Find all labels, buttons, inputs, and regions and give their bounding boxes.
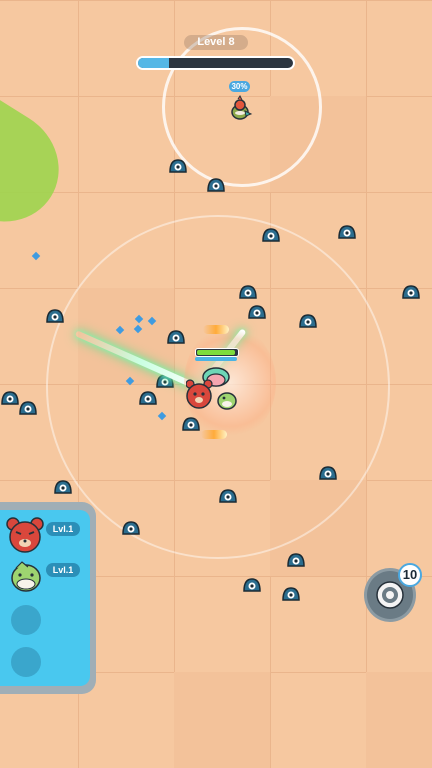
slime-enemy-icon: [287, 553, 305, 567]
empty-hero-slot[interactable]: [11, 605, 41, 635]
slime-enemy-icon: [19, 401, 37, 415]
empty-hero-slot[interactable]: [11, 647, 41, 677]
slime-enemy-icon: [338, 225, 356, 239]
slime-enemy-icon: [282, 587, 300, 601]
slime-enemy-icon: [167, 330, 185, 344]
red-bear-hero-icon[interactable]: [4, 514, 46, 554]
party-panel: Lvl.1 Lvl.1: [0, 510, 90, 686]
fireball-projectile: [203, 325, 229, 334]
target-ring-icon: [376, 581, 404, 609]
slime-enemy-icon: [207, 178, 225, 192]
player-shield-bar: [195, 357, 237, 361]
slime-enemy-icon: [262, 228, 280, 242]
player-health-bar: [195, 348, 239, 357]
green-slime-splash: [0, 86, 81, 244]
fireball-projectile: [201, 430, 227, 439]
slime-enemy-icon: [54, 480, 72, 494]
slime-enemy-icon: [1, 391, 19, 405]
slime-enemy-icon: [248, 305, 266, 319]
xp-progress-bar: [136, 56, 295, 70]
target-percent-badge: 30%: [229, 81, 250, 92]
green-bird-hero-icon[interactable]: [6, 558, 46, 598]
slime-enemy-icon: [219, 489, 237, 503]
ground-tile: [174, 672, 270, 768]
slime-enemy-icon: [402, 285, 420, 299]
level-label: Level 8: [184, 35, 248, 50]
duck-boss-icon: [231, 95, 253, 120]
ability-count-badge: 10: [398, 563, 422, 587]
slime-enemy-icon: [243, 578, 261, 592]
slime-enemy-icon: [319, 466, 337, 480]
hero-level-tag: Lvl.1: [46, 563, 80, 577]
slime-enemy-icon: [139, 391, 157, 405]
slime-enemy-icon: [46, 309, 64, 323]
xp-progress-fill: [138, 58, 169, 68]
slime-enemy-icon: [239, 285, 257, 299]
slime-enemy-icon: [122, 521, 140, 535]
ground-tile: [366, 672, 432, 768]
xp-gem: [31, 251, 41, 261]
hero-level-tag: Lvl.1: [46, 522, 80, 536]
player-health-fill: [197, 350, 235, 355]
slime-enemy-icon: [169, 159, 187, 173]
player-squad: [186, 367, 237, 410]
slime-enemy-icon: [299, 314, 317, 328]
